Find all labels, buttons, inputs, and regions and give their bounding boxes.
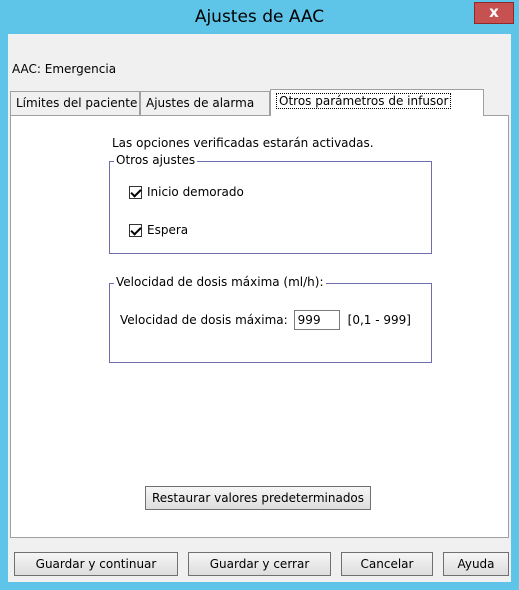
velocidad-input[interactable] [293, 310, 340, 330]
help-button[interactable]: Ayuda [443, 552, 509, 576]
tab-panel: Las opciones verificadas estarán activad… [10, 115, 509, 538]
restore-defaults-button[interactable]: Restaurar valores predeterminados [145, 486, 371, 510]
velocidad-legend: Velocidad de dosis máxima (ml/h): [114, 275, 326, 289]
tab-ajustes-alarma[interactable]: Ajustes de alarma [140, 91, 270, 115]
save-continue-button[interactable]: Guardar y continuar [14, 552, 178, 576]
context-label: AAC: Emergencia [12, 62, 117, 76]
panel-note: Las opciones verificadas estarán activad… [112, 136, 374, 150]
save-close-button[interactable]: Guardar y cerrar [188, 552, 331, 576]
espera-label: Espera [147, 223, 189, 237]
inicio-demorado-option[interactable]: Inicio demorado [129, 185, 244, 199]
cancel-button[interactable]: Cancelar [341, 552, 433, 576]
dialog-body: AAC: Emergencia Límites del paciente Aju… [8, 34, 511, 582]
otros-ajustes-legend: Otros ajustes [114, 153, 198, 167]
velocidad-row: Velocidad de dosis máxima: [0,1 - 999] [120, 310, 411, 330]
tab-otros-parametros-label: Otros parámetros de infusor [276, 93, 452, 109]
close-button[interactable]: x [474, 2, 514, 24]
window-title: Ajustes de AAC [194, 7, 325, 27]
dialog-window: Ajustes de AAC x AAC: Emergencia Límites… [0, 0, 519, 590]
velocidad-range: [0,1 - 999] [347, 313, 411, 327]
inicio-demorado-label: Inicio demorado [147, 185, 244, 199]
velocidad-group: Velocidad de dosis máxima (ml/h): Veloci… [109, 275, 432, 363]
tab-strip: Límites del paciente Ajustes de alarma O… [8, 89, 511, 116]
tab-otros-parametros[interactable]: Otros parámetros de infusor [270, 89, 484, 116]
espera-checkbox[interactable] [129, 223, 142, 237]
tab-limites-paciente[interactable]: Límites del paciente [10, 91, 140, 115]
velocidad-field-label: Velocidad de dosis máxima: [120, 313, 288, 327]
otros-ajustes-group: Otros ajustes Inicio demorado Espera [109, 153, 432, 254]
title-bar[interactable]: Ajustes de AAC x [0, 0, 519, 34]
espera-option[interactable]: Espera [129, 223, 188, 237]
inicio-demorado-checkbox[interactable] [129, 185, 142, 199]
